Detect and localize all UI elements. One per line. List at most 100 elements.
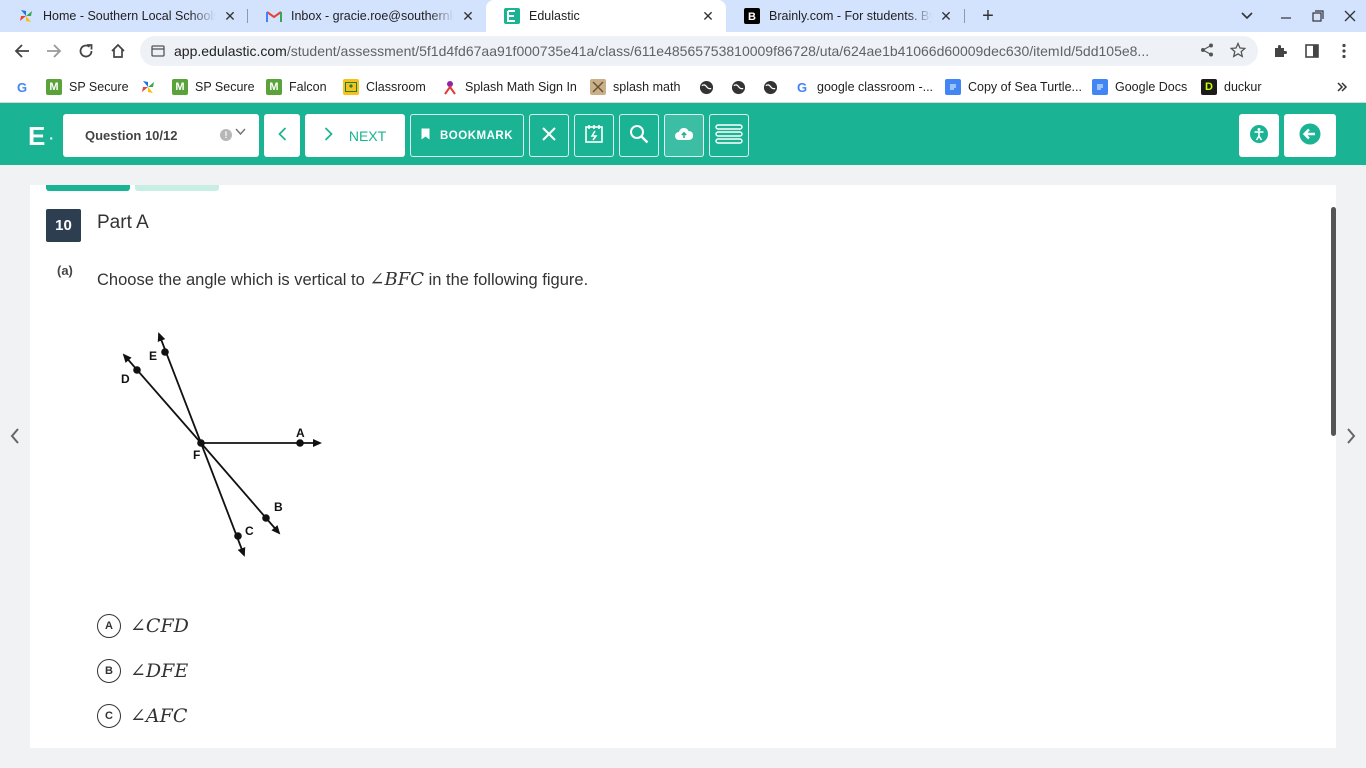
- scratchpad-button[interactable]: [574, 114, 614, 157]
- pinwheel-icon: [140, 79, 156, 95]
- point-f: [197, 439, 205, 447]
- option-letter[interactable]: A: [97, 614, 121, 638]
- option-text: ∠CFD: [130, 615, 189, 637]
- label-b: B: [274, 500, 283, 514]
- scrollbar-thumb[interactable]: [1331, 207, 1336, 436]
- bookmark-icon: [421, 128, 430, 143]
- bookmark-splash-math[interactable]: splash math: [590, 77, 680, 97]
- previous-item-arrow-icon[interactable]: [5, 424, 25, 448]
- google-icon: G: [796, 79, 808, 95]
- part-tab-inactive[interactable]: [135, 185, 219, 191]
- tab-search-icon[interactable]: [1231, 0, 1263, 32]
- classroom-icon: [343, 79, 359, 95]
- save-cloud-button[interactable]: [664, 114, 704, 157]
- pinwheel-icon: [18, 8, 34, 24]
- accessibility-icon: [1249, 124, 1269, 147]
- question-selector-label: Question 10/12: [85, 128, 178, 143]
- close-icon[interactable]: ✕: [460, 8, 476, 24]
- chevron-right-icon: [324, 127, 333, 144]
- next-button-label: NEXT: [348, 127, 387, 144]
- tab-title: Edulastic: [529, 9, 580, 23]
- chevron-left-icon: [277, 127, 287, 144]
- sp-icon: M: [46, 79, 62, 95]
- extensions-puzzle-icon[interactable]: [1264, 35, 1296, 67]
- globe-icon: [762, 79, 778, 95]
- answer-option-c[interactable]: C ∠AFC: [97, 704, 187, 728]
- question-number-badge: 10: [46, 209, 81, 242]
- label-f: F: [193, 448, 200, 462]
- zoom-button[interactable]: [619, 114, 659, 157]
- part-tab-active[interactable]: [46, 185, 130, 191]
- bookmark-splash-sign-in[interactable]: Splash Math Sign In: [442, 77, 577, 97]
- chevron-down-icon: [235, 127, 246, 139]
- question-text: Choose the angle which is vertical to ∠B…: [97, 269, 589, 290]
- star-icon[interactable]: [1229, 41, 1247, 63]
- tab-home-southern[interactable]: Home - Southern Local Schools ✕: [0, 0, 248, 32]
- close-icon[interactable]: ✕: [700, 8, 716, 24]
- point-e: [161, 348, 169, 356]
- svg-text:B: B: [748, 11, 756, 23]
- bookmark-google[interactable]: G: [14, 77, 37, 97]
- label-e: E: [149, 349, 157, 363]
- bookmark-sea-turtle[interactable]: Copy of Sea Turtle...: [945, 77, 1082, 97]
- bookmarks-overflow-icon[interactable]: [1336, 77, 1348, 97]
- close-window-icon[interactable]: [1334, 0, 1366, 32]
- cloud-upload-icon: [675, 127, 694, 144]
- bookmark-globe-2[interactable]: [730, 77, 753, 97]
- exit-button[interactable]: [1284, 114, 1336, 157]
- sp-icon: M: [172, 79, 188, 95]
- bookmark-sp-secure-1[interactable]: M SP Secure: [46, 77, 129, 97]
- reload-icon[interactable]: [70, 35, 102, 67]
- share-icon[interactable]: [1200, 43, 1214, 62]
- bookmark-duckur[interactable]: Dduckur: [1201, 77, 1262, 97]
- minimize-icon[interactable]: [1270, 0, 1302, 32]
- next-item-arrow-icon[interactable]: [1341, 424, 1361, 448]
- bookmark-classroom[interactable]: Classroom: [343, 77, 426, 97]
- point-d: [133, 366, 141, 374]
- bookmark-pinwheel[interactable]: [140, 77, 163, 97]
- menu-dots-icon[interactable]: [1328, 35, 1360, 67]
- gmail-icon: [266, 8, 282, 24]
- bookmark-button[interactable]: BOOKMARK: [410, 114, 524, 157]
- tab-edulastic[interactable]: Edulastic ✕: [486, 0, 726, 32]
- new-tab-button[interactable]: +: [976, 4, 1000, 28]
- answer-option-b[interactable]: B ∠DFE: [97, 659, 188, 683]
- browser-toolbar: app.edulastic.com/student/assessment/5f1…: [0, 32, 1366, 70]
- question-selector[interactable]: Question 10/12 !: [63, 114, 259, 157]
- scratchpad-icon: [584, 124, 604, 147]
- bookmark-sp-secure-2[interactable]: M SP Secure: [172, 77, 255, 97]
- edulastic-icon: [504, 8, 520, 24]
- next-button[interactable]: NEXT: [305, 114, 405, 157]
- option-letter[interactable]: C: [97, 704, 121, 728]
- answer-option-a[interactable]: A ∠CFD: [97, 614, 189, 638]
- tab-brainly[interactable]: B Brainly.com - For students. By student…: [726, 0, 964, 32]
- sp-icon: M: [266, 79, 282, 95]
- site-info-icon[interactable]: [151, 44, 165, 63]
- bookmark-globe-3[interactable]: [762, 77, 785, 97]
- point-c: [234, 532, 242, 540]
- close-icon[interactable]: ✕: [222, 8, 238, 24]
- back-arrow-icon[interactable]: [6, 35, 38, 67]
- close-icon[interactable]: ✕: [938, 8, 954, 24]
- bookmark-globe-1[interactable]: [698, 77, 721, 97]
- label-c: C: [245, 524, 254, 538]
- globe-icon: [730, 79, 746, 95]
- option-letter[interactable]: B: [97, 659, 121, 683]
- accessibility-button[interactable]: [1239, 114, 1279, 157]
- docs-icon: [945, 79, 961, 95]
- bookmark-google-docs[interactable]: Google Docs: [1092, 77, 1187, 97]
- previous-button[interactable]: [264, 114, 300, 157]
- side-panel-icon[interactable]: [1296, 35, 1328, 67]
- bookmark-falcon[interactable]: M Falcon: [266, 77, 327, 97]
- tab-gmail-inbox[interactable]: Inbox - gracie.roe@southernlocal.net ✕: [248, 0, 486, 32]
- restore-icon[interactable]: [1302, 0, 1334, 32]
- menu-button[interactable]: [709, 114, 749, 157]
- close-tool-button[interactable]: [529, 114, 569, 157]
- tab-title: Inbox - gracie.roe@southernlocal.net: [291, 9, 454, 23]
- bookmark-google-classroom[interactable]: Ggoogle classroom -...: [794, 77, 933, 97]
- home-icon[interactable]: [102, 35, 134, 67]
- forward-arrow-icon[interactable]: [38, 35, 70, 67]
- option-text: ∠AFC: [130, 705, 188, 727]
- address-bar[interactable]: app.edulastic.com/student/assessment/5f1…: [140, 36, 1258, 66]
- point-a: [296, 439, 304, 447]
